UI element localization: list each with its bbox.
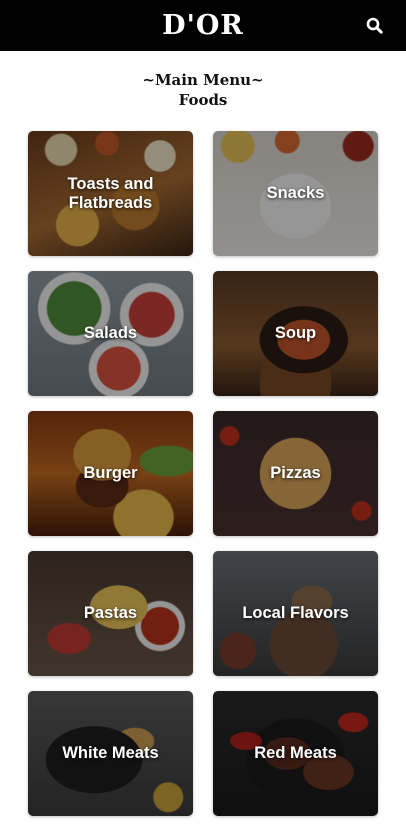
category-card-pastas[interactable]: Pastas: [28, 551, 193, 676]
search-icon: [366, 17, 383, 34]
category-card-snacks[interactable]: Snacks: [213, 131, 378, 256]
category-label: Pizzas: [270, 464, 321, 482]
category-card-local-flavors[interactable]: Local Flavors: [213, 551, 378, 676]
category-label: White Meats: [62, 744, 159, 762]
search-button[interactable]: [364, 15, 384, 35]
category-card-burger[interactable]: Burger: [28, 411, 193, 536]
category-label: Burger: [83, 464, 138, 482]
brand-logo[interactable]: D'OR: [162, 10, 244, 41]
category-label: Red Meats: [254, 744, 337, 762]
category-card-soup[interactable]: Soup: [213, 271, 378, 396]
category-card-pizzas[interactable]: Pizzas: [213, 411, 378, 536]
menu-heading: ~Main Menu~ Foods: [0, 70, 406, 110]
app-header: D'OR: [0, 0, 406, 51]
category-label: Local Flavors: [242, 604, 349, 622]
category-label: Toasts and Flatbreads: [67, 174, 154, 212]
category-card-red-meats[interactable]: Red Meats: [213, 691, 378, 816]
category-card-toasts[interactable]: Toasts and Flatbreads: [28, 131, 193, 256]
menu-subtitle: Foods: [178, 91, 228, 109]
category-label: Salads: [83, 324, 138, 342]
menu-title: ~Main Menu~: [142, 71, 264, 89]
category-card-white-meats[interactable]: White Meats: [28, 691, 193, 816]
category-label: Pastas: [83, 604, 138, 622]
category-card-salads[interactable]: Salads: [28, 271, 193, 396]
category-label: Snacks: [266, 184, 325, 202]
category-label: Soup: [274, 324, 317, 342]
